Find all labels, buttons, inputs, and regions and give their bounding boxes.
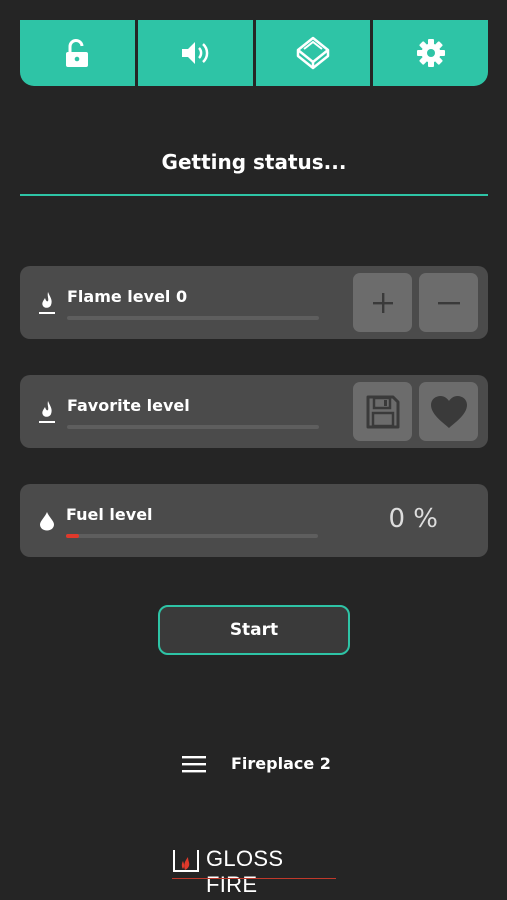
save-favorite-button[interactable] [353,382,412,441]
settings-button[interactable] [373,20,488,86]
flame-level-track [67,316,319,320]
fuel-level-label: Fuel level [66,505,153,524]
status-text: Getting status... [161,150,347,174]
gloss-fire-logo-mark [173,850,199,872]
fuel-level-track [66,534,318,538]
start-button[interactable]: Start [158,605,350,655]
flame-level-label: Flame level 0 [67,287,188,306]
logo-underline [172,878,336,879]
gear-icon [416,39,445,67]
status-divider [20,194,488,196]
droplet-icon [40,512,54,531]
hamburger-menu-icon [182,755,206,772]
favorite-level-label: Favorite level [67,396,190,415]
unlock-icon [66,39,89,67]
floppy-disk-icon [366,395,399,428]
flame-icon [39,292,55,314]
fuel-level-fill [66,534,79,538]
favorite-level-track [67,425,319,429]
heart-icon [430,395,467,428]
fuel-level-card: Fuel level 0 % [20,484,488,557]
plus-icon [372,292,393,313]
fuel-percent: 0 % [388,504,438,534]
speaker-icon [182,42,209,64]
device-name: Fireplace 2 [231,754,331,773]
flame-icon [39,401,55,423]
decrease-flame-button[interactable] [419,273,478,332]
minus-icon [437,301,460,304]
logo-text: GLOSS FIRE [206,846,284,897]
gloss-fire-logo: GLOSS FIRE [172,842,338,897]
fireplace-cube-icon [296,36,330,70]
fireplace-button[interactable] [255,20,371,86]
favorite-level-card: Favorite level [20,375,488,448]
lock-button[interactable] [20,20,135,86]
top-toolbar [20,20,488,86]
flame-level-value: 0 [175,287,188,306]
sound-button[interactable] [137,20,253,86]
favorite-button[interactable] [419,382,478,441]
increase-flame-button[interactable] [353,273,412,332]
device-selector[interactable]: Fireplace 2 [182,754,331,773]
flame-level-card: Flame level 0 [20,266,488,339]
